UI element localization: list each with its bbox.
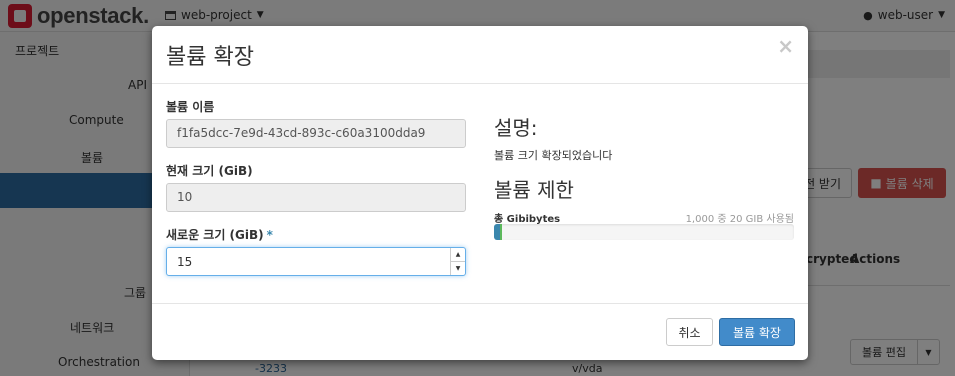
current-size-field: 10 bbox=[166, 183, 466, 212]
new-size-input[interactable]: ▲ ▼ bbox=[166, 247, 466, 276]
new-size-label-text: 새로운 크기 (GiB) bbox=[166, 228, 264, 242]
extend-volume-modal: 볼륨 확장 × 볼륨 이름 f1fa5dcc-7e9d-43cd-893c-c6… bbox=[152, 26, 808, 360]
quota-new-fill bbox=[500, 224, 502, 240]
description-heading: 설명: bbox=[494, 116, 538, 140]
new-size-label: 새로운 크기 (GiB) * bbox=[166, 226, 273, 243]
volume-name-label: 볼륨 이름 bbox=[166, 100, 215, 114]
volume-limits-heading: 볼륨 제한 bbox=[494, 178, 574, 202]
new-size-spinner: ▲ ▼ bbox=[450, 248, 465, 275]
volume-name-field: f1fa5dcc-7e9d-43cd-893c-c60a3100dda9 bbox=[166, 119, 466, 148]
cancel-button[interactable]: 취소 bbox=[666, 318, 713, 346]
description-text: 볼륨 크기 확장되었습니다 bbox=[494, 149, 613, 162]
modal-footer: 취소 볼륨 확장 bbox=[152, 303, 808, 360]
decrement-arrow-icon[interactable]: ▼ bbox=[451, 261, 465, 275]
quota-progress-bar bbox=[494, 224, 794, 240]
extend-volume-button[interactable]: 볼륨 확장 bbox=[719, 318, 795, 346]
modal-title: 볼륨 확장 bbox=[166, 45, 254, 70]
modal-header: 볼륨 확장 × bbox=[152, 26, 808, 84]
increment-arrow-icon[interactable]: ▲ bbox=[451, 248, 465, 261]
quota-usage-text: 1,000 중 20 GIB 사용됨 bbox=[685, 214, 794, 225]
new-size-value[interactable] bbox=[167, 248, 450, 275]
current-size-label: 현재 크기 (GiB) bbox=[166, 164, 253, 178]
close-icon[interactable]: × bbox=[777, 36, 794, 56]
quota-label: 총 Gibibytes bbox=[494, 214, 561, 225]
required-asterisk: * bbox=[266, 228, 273, 242]
